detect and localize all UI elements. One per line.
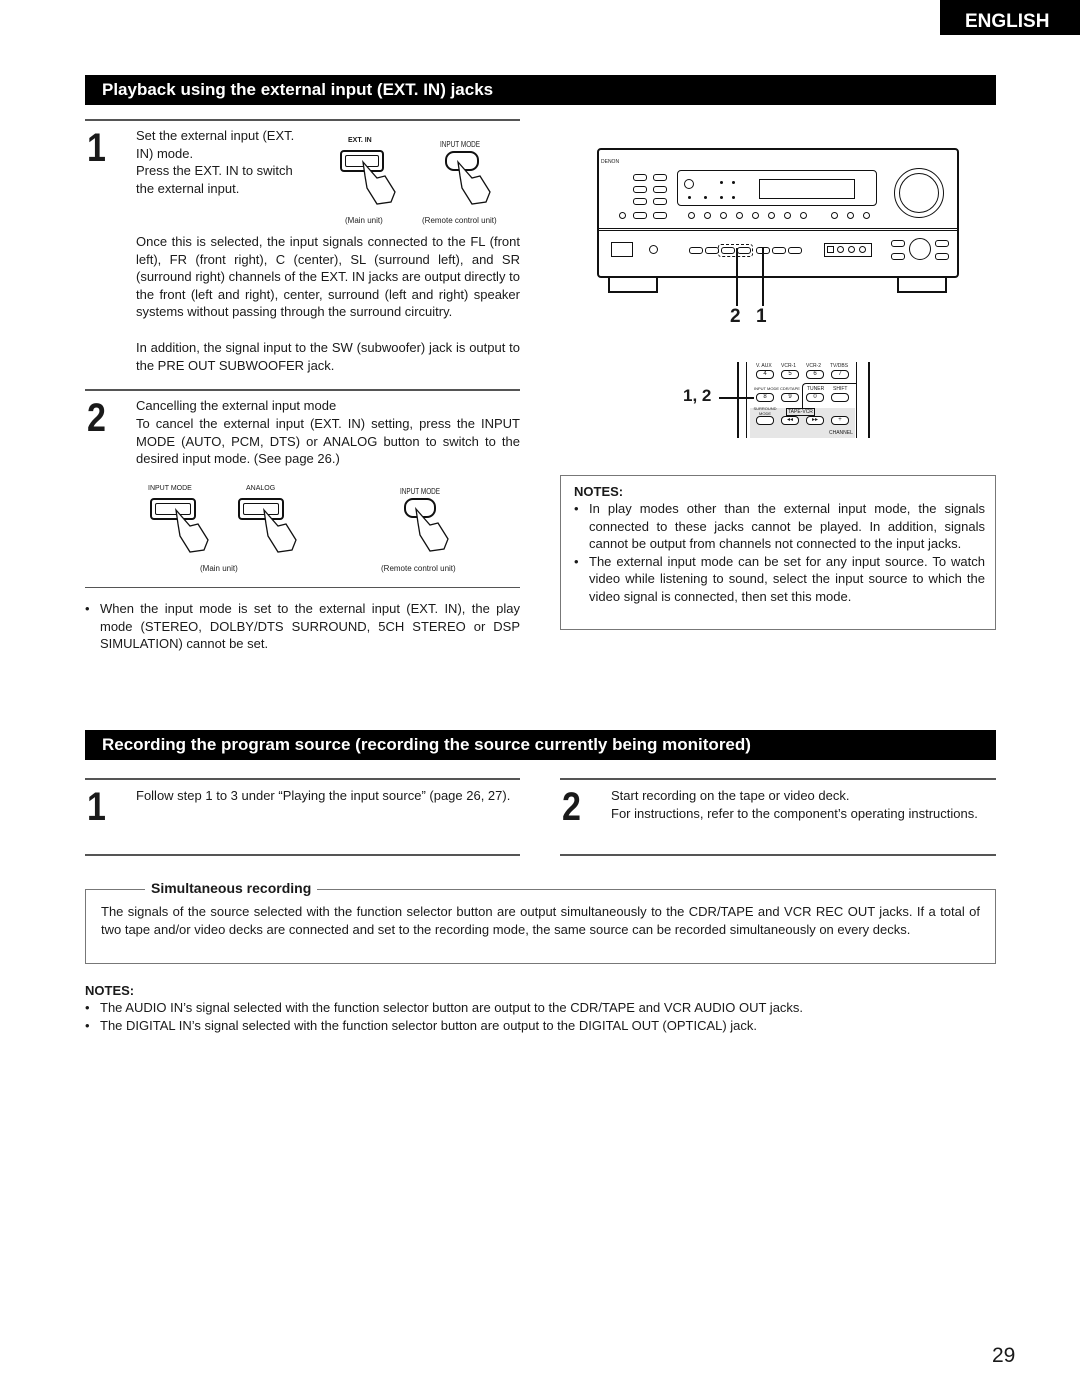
ext-in-label: EXT. IN: [348, 137, 372, 144]
remote-unit-caption: (Remote control unit): [381, 564, 456, 573]
remote-key-shift: [831, 393, 849, 402]
divider: [85, 587, 520, 588]
main-unit-caption: (Main unit): [200, 564, 238, 573]
remote-key-5: 5: [781, 370, 799, 379]
remote-key-label: INPUT MODE: [754, 386, 780, 391]
remote-edge: [746, 362, 747, 438]
step2-heading: Cancelling the external input mode: [136, 398, 337, 413]
step1-line: the external input.: [136, 180, 240, 196]
main-unit-caption: (Main unit): [345, 216, 383, 225]
step1-instructions: Set the external input (EXT. IN) mode. P…: [136, 127, 326, 197]
analog-label: ANALOG: [246, 485, 276, 492]
step-number: 2: [562, 785, 581, 829]
remote-unit-caption: (Remote control unit): [422, 216, 497, 225]
brand-logo: DENON: [601, 159, 620, 165]
step2-text: To cancel the external input (EXT. IN) s…: [136, 416, 520, 467]
remote-key-label: SURROUND MODE: [753, 406, 777, 416]
remote-key-6: 6: [806, 370, 824, 379]
simultaneous-recording-title: Simultaneous recording: [145, 880, 318, 896]
page-number: 29: [992, 1344, 1016, 1367]
pressing-hand-icon: [415, 506, 449, 552]
receiver-foot: [608, 278, 658, 293]
remote-key-rewind: ◂◂: [781, 416, 799, 425]
power-switch: [611, 242, 633, 257]
callout-line: [719, 397, 754, 399]
divider: [560, 854, 996, 856]
step-number: 1: [87, 126, 106, 170]
remote-key-9: 9: [781, 393, 799, 402]
remote-key-0: 0: [806, 393, 824, 402]
step1-line: Press the EXT. IN to switch: [136, 163, 293, 179]
remote-key-label: CDR/TAPE: [780, 386, 800, 391]
section-title-playback-ext-in: Playback using the external input (EXT. …: [85, 75, 996, 105]
remote-callout: 1, 2: [683, 386, 712, 405]
note-item: The DIGITAL IN’s signal selected with th…: [85, 1017, 996, 1035]
divider: [85, 119, 520, 121]
section-title-recording: Recording the program source (recording …: [85, 730, 996, 760]
callout-line: [762, 248, 764, 306]
display-window: [677, 170, 877, 206]
pressing-hand-icon: [362, 159, 396, 205]
callout-line: [736, 248, 738, 306]
input-mode-label: INPUT MODE: [148, 485, 192, 492]
notes-box: NOTES: In play modes other than the exte…: [560, 475, 996, 630]
callout-2: 2: [730, 306, 741, 327]
divider: [85, 389, 520, 391]
remote-key-7: 7: [831, 370, 849, 379]
receiver-front-panel-illustration: DENON: [597, 148, 959, 278]
simultaneous-recording-text: The signals of the source selected with …: [101, 904, 980, 937]
pressing-hand-icon: [457, 159, 491, 205]
remote-key-label: TAPE-VCR: [786, 408, 815, 416]
remote-key-fast-forward: ▸▸: [806, 416, 824, 425]
note-item: The external input mode can be set for a…: [574, 553, 985, 606]
remote-edge: [856, 362, 857, 438]
divider: [560, 778, 996, 780]
remote-input-mode-label: INPUT MODE: [400, 487, 441, 496]
step1-paragraph-addition: In addition, the signal input to the SW …: [136, 340, 520, 373]
step-number: 1: [87, 785, 106, 829]
divider: [85, 778, 520, 780]
remote-key-channel-up: +: [831, 416, 849, 425]
remote-key-surround-mode: [756, 416, 774, 425]
ext-in-mode-note: When the input mode is set to the extern…: [85, 600, 520, 653]
rec-step2-line2: For instructions, refer to the component…: [611, 806, 978, 821]
remote-key-4: 4: [756, 370, 774, 379]
remote-key-label: VCR-2: [806, 363, 822, 369]
divider: [85, 854, 520, 856]
remote-edge: [737, 362, 739, 438]
rec-step2-line1: Start recording on the tape or video dec…: [611, 788, 850, 803]
callout-1: 1: [756, 306, 767, 327]
headphone-jack: [649, 245, 658, 254]
remote-edge: [868, 362, 870, 438]
input-jacks: [824, 243, 872, 257]
step-number: 2: [87, 396, 106, 440]
receiver-foot: [897, 278, 947, 293]
remote-key-input-mode: 8: [756, 393, 774, 402]
step1-line: Set the external input (EXT.: [136, 128, 295, 143]
notes-title: NOTES:: [574, 484, 624, 499]
recording-notes: NOTES: The AUDIO IN’s signal selected wi…: [85, 983, 996, 1034]
remote-key-label: TV/DBS: [830, 363, 849, 369]
notes-title: NOTES:: [85, 983, 135, 998]
simultaneous-recording-box: The signals of the source selected with …: [85, 889, 996, 964]
language-tab: ENGLISH: [940, 0, 1080, 35]
remote-channel-label: CHANNEL: [829, 430, 853, 436]
remote-key-label: V. AUX: [756, 363, 772, 369]
note-item: In play modes other than the external in…: [574, 500, 985, 553]
pressing-hand-icon: [263, 507, 297, 553]
pressing-hand-icon: [175, 507, 209, 553]
remote-input-mode-label: INPUT MODE: [440, 140, 481, 149]
step1-line: IN) mode.: [136, 145, 194, 161]
note-item: The AUDIO IN’s signal selected with the …: [85, 999, 996, 1017]
remote-key-label: VCR-1: [781, 363, 797, 369]
rec-step1-text: Follow step 1 to 3 under “Playing the in…: [136, 788, 511, 803]
step1-paragraph: Once this is selected, the input signals…: [136, 234, 520, 320]
